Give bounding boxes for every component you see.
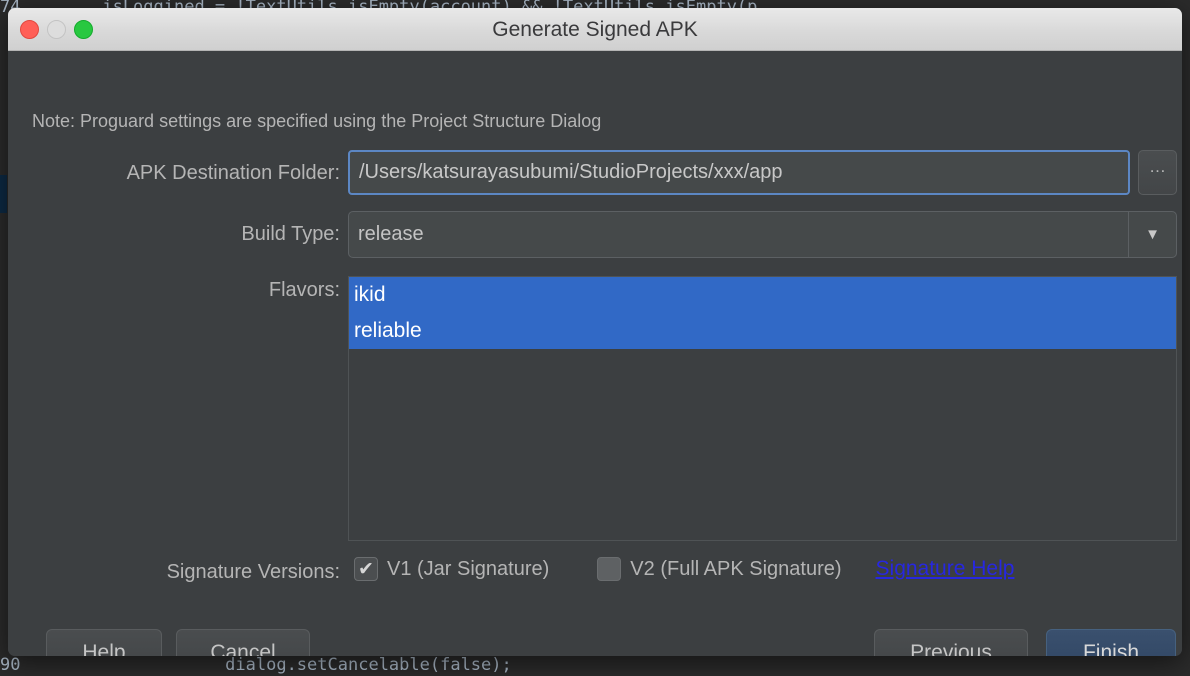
v2-checkbox[interactable]	[597, 557, 622, 581]
v2-checkbox-group[interactable]: V2 (Full APK Signature)	[597, 557, 842, 581]
destination-folder-label: APK Destination Folder:	[126, 162, 340, 184]
build-type-label: Build Type:	[241, 223, 340, 245]
v1-checkbox[interactable]: ✔	[354, 557, 378, 581]
list-item[interactable]: ikid	[349, 277, 1176, 313]
v1-checkbox-label: V1 (Jar Signature)	[387, 557, 550, 580]
cancel-button[interactable]: Cancel	[176, 629, 310, 656]
window-title: Generate Signed APK	[492, 18, 698, 41]
build-type-select[interactable]: release ▼	[348, 211, 1177, 258]
dialog-content: Note: Proguard settings are specified us…	[8, 51, 1182, 656]
v2-checkbox-label: V2 (Full APK Signature)	[630, 557, 842, 580]
editor-change-marker	[0, 175, 7, 213]
proguard-note: Note: Proguard settings are specified us…	[32, 111, 602, 131]
chevron-down-icon[interactable]: ▼	[1128, 212, 1176, 257]
build-type-value: release	[358, 223, 424, 245]
signature-versions-row: ✔ V1 (Jar Signature) V2 (Full APK Signat…	[354, 557, 1014, 581]
destination-folder-input[interactable]	[348, 150, 1130, 195]
signature-help-link[interactable]: Signature Help	[876, 557, 1015, 581]
v1-checkbox-group[interactable]: ✔ V1 (Jar Signature)	[354, 557, 549, 581]
dialog-titlebar: Generate Signed APK	[8, 8, 1182, 51]
previous-button[interactable]: Previous	[874, 629, 1028, 656]
list-item[interactable]: reliable	[349, 313, 1176, 349]
browse-folder-button[interactable]: …	[1138, 150, 1177, 195]
flavors-list[interactable]: ikid reliable	[348, 276, 1177, 541]
generate-signed-apk-dialog: Generate Signed APK Note: Proguard setti…	[8, 8, 1182, 656]
help-button[interactable]: Help	[46, 629, 162, 656]
signature-versions-label: Signature Versions:	[166, 561, 340, 583]
finish-button[interactable]: Finish	[1046, 629, 1176, 656]
code-line-bottom: 90 dialog.setCancelable(false);	[0, 655, 512, 675]
flavors-label: Flavors:	[268, 279, 340, 301]
